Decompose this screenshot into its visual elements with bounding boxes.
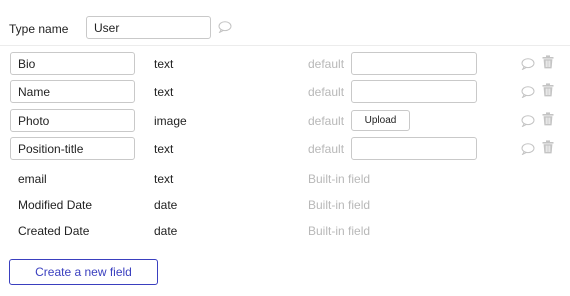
comment-icon[interactable]	[521, 86, 535, 101]
upload-button[interactable]: Upload	[351, 110, 410, 131]
type-name-input[interactable]	[86, 16, 211, 39]
field-type: date	[154, 198, 178, 212]
field-row: image default Upload	[0, 109, 570, 133]
default-label: default	[308, 85, 345, 99]
builtin-field-row: email text Built-in field	[0, 167, 570, 191]
type-name-label: Type name	[9, 22, 69, 36]
builtin-field-note: Built-in field	[308, 224, 371, 238]
comment-icon[interactable]	[521, 58, 535, 73]
builtin-field-note: Built-in field	[308, 172, 371, 186]
trash-icon[interactable]	[542, 140, 554, 157]
field-row: text default	[0, 137, 570, 161]
trash-icon[interactable]	[542, 112, 554, 129]
builtin-field-row: Modified Date date Built-in field	[0, 193, 570, 217]
field-type: text	[154, 172, 174, 186]
field-type: text	[154, 142, 174, 156]
field-type: text	[154, 57, 174, 71]
field-type: image	[154, 114, 187, 128]
default-label: default	[308, 57, 345, 71]
trash-icon[interactable]	[542, 83, 554, 100]
create-new-field-button[interactable]: Create a new field	[9, 259, 158, 285]
field-name-input[interactable]	[10, 80, 135, 103]
field-type: text	[154, 85, 174, 99]
field-name-input[interactable]	[10, 52, 135, 75]
default-label: default	[308, 114, 345, 128]
trash-icon[interactable]	[542, 55, 554, 72]
divider	[0, 45, 570, 46]
default-value-input[interactable]	[351, 137, 477, 160]
comment-icon[interactable]	[521, 143, 535, 158]
field-name: Modified Date	[18, 198, 93, 212]
field-type: date	[154, 224, 178, 238]
builtin-field-note: Built-in field	[308, 198, 371, 212]
field-name: Created Date	[18, 224, 90, 238]
field-name: email	[18, 172, 47, 186]
field-name-input[interactable]	[10, 109, 135, 132]
comment-icon[interactable]	[521, 115, 535, 130]
default-label: default	[308, 142, 345, 156]
field-row: text default	[0, 52, 570, 76]
field-name-input[interactable]	[10, 137, 135, 160]
builtin-field-row: Created Date date Built-in field	[0, 219, 570, 243]
default-value-input[interactable]	[351, 80, 477, 103]
comment-icon[interactable]	[218, 21, 232, 36]
default-value-input[interactable]	[351, 52, 477, 75]
field-row: text default	[0, 80, 570, 104]
